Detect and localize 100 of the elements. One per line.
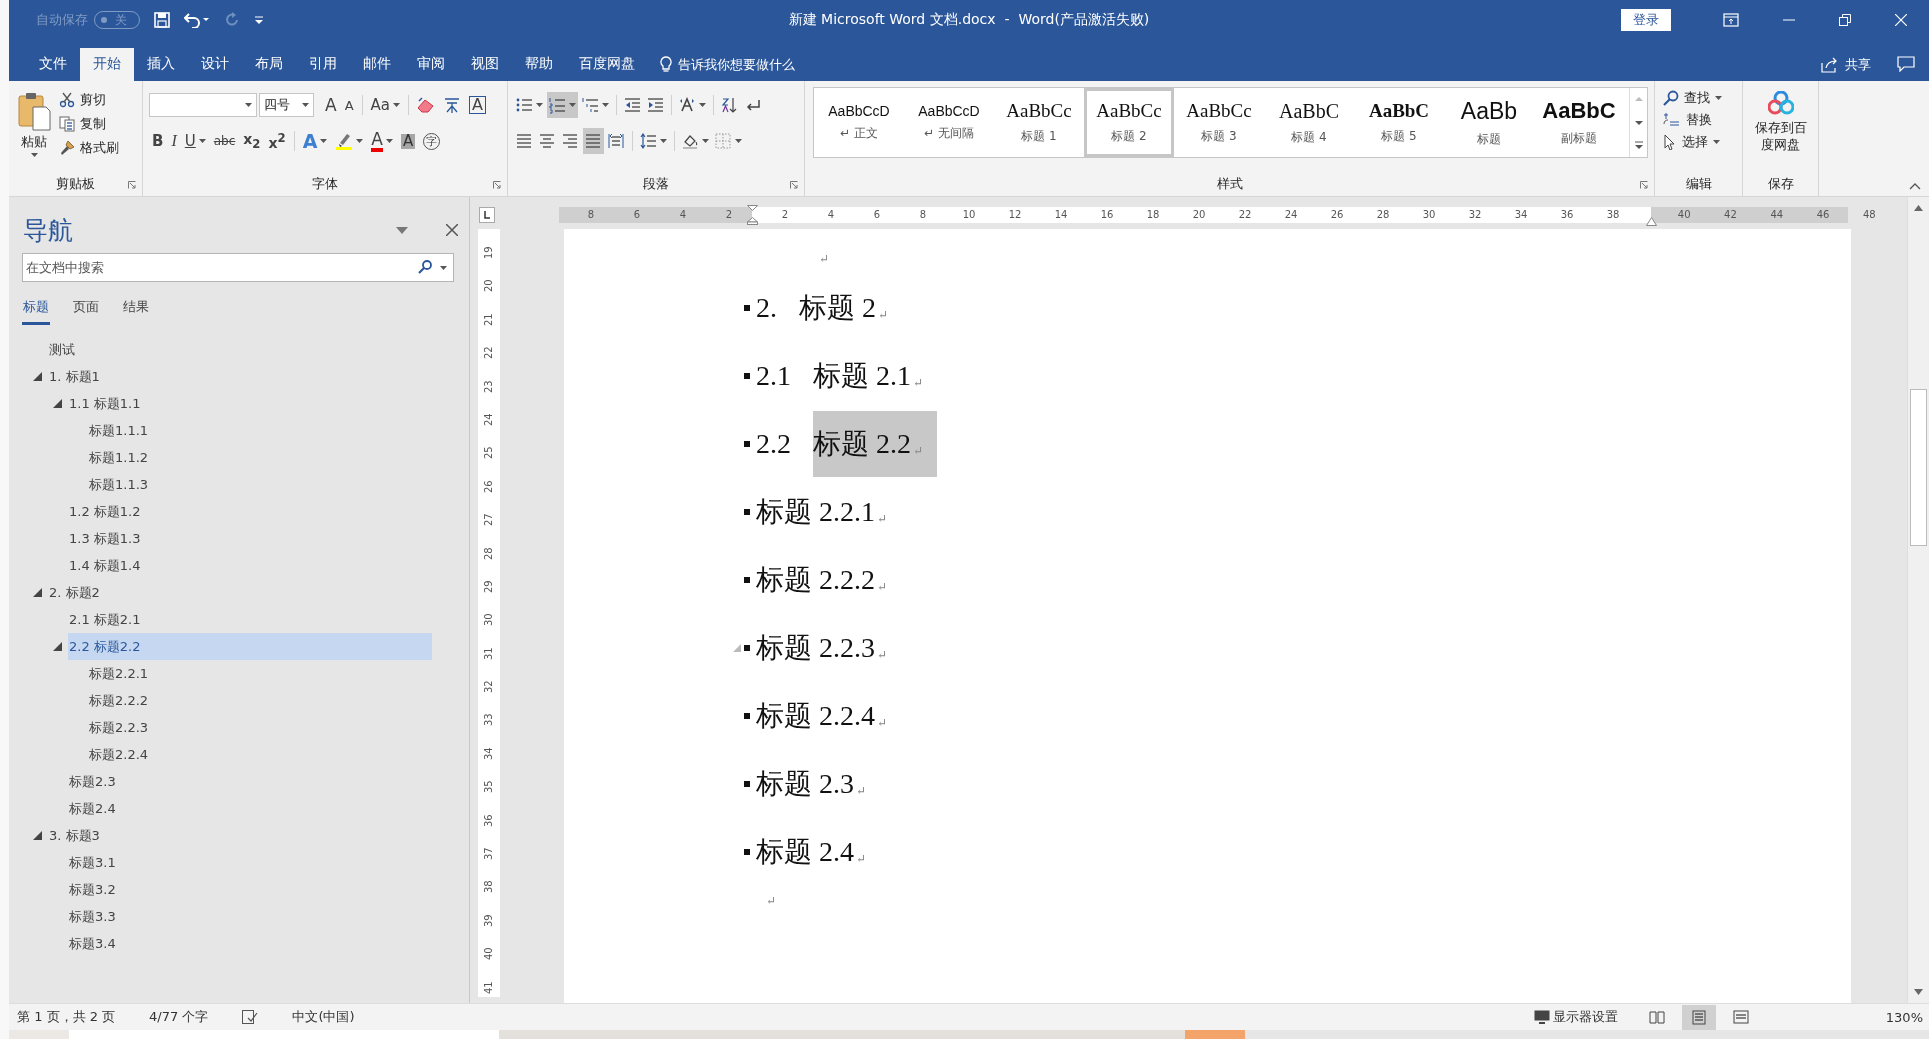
heading-item[interactable]: 2.2 标题2.2 bbox=[68, 633, 432, 660]
menu-tab[interactable]: 开始 bbox=[80, 48, 134, 81]
heading-item[interactable]: 标题3.3 bbox=[68, 903, 432, 930]
collapse-ribbon-icon[interactable] bbox=[1909, 182, 1921, 190]
expanded-arrow-icon[interactable] bbox=[53, 642, 62, 651]
scroll-thumb[interactable] bbox=[1910, 389, 1927, 546]
ribbon-button[interactable]: 替换 bbox=[1661, 109, 1736, 131]
menu-tab[interactable]: 邮件 bbox=[350, 48, 404, 81]
font-size-field[interactable]: 四号 bbox=[259, 93, 314, 117]
tell-me-search[interactable]: 告诉我你想要做什么 bbox=[678, 55, 795, 74]
menu-tab[interactable]: 视图 bbox=[458, 48, 512, 81]
ribbon-button[interactable]: 剪切 bbox=[57, 89, 121, 111]
zoom-level[interactable]: 130% bbox=[1885, 1009, 1923, 1025]
proofing-icon[interactable] bbox=[242, 1010, 259, 1024]
customize-icon[interactable] bbox=[254, 16, 264, 24]
text-effects-button[interactable]: A bbox=[299, 128, 331, 154]
pane-tab[interactable]: 标题 bbox=[22, 294, 50, 325]
menu-tab[interactable]: 文件 bbox=[26, 48, 80, 81]
share-button[interactable]: 共享 bbox=[1821, 48, 1871, 81]
style-tile[interactable]: AaBbC 标题 5 bbox=[1354, 88, 1444, 157]
superscript-button[interactable]: x$^{2}$ bbox=[265, 128, 289, 154]
pane-tab[interactable]: 结果 bbox=[122, 294, 150, 325]
word-count[interactable]: 4/77 个字 bbox=[149, 1008, 209, 1026]
display-settings-button[interactable]: 显示器设置 bbox=[1533, 1008, 1618, 1026]
expanded-arrow-icon[interactable] bbox=[53, 399, 62, 408]
menu-tab[interactable]: 插入 bbox=[134, 48, 188, 81]
style-tile[interactable]: AaBbC 标题 4 bbox=[1264, 88, 1354, 157]
login-button[interactable]: 登录 bbox=[1621, 9, 1671, 31]
style-tile[interactable]: AaBbCcD ↵ 正文 bbox=[814, 88, 904, 157]
style-tile[interactable]: AaBbC 副标题 bbox=[1534, 88, 1624, 157]
scroll-down-icon[interactable] bbox=[1914, 989, 1923, 995]
heading-item[interactable]: 标题1.1.2 bbox=[88, 444, 432, 471]
heading-item[interactable]: 2.1 标题2.1 bbox=[68, 606, 432, 633]
ribbon-button[interactable]: 选择 bbox=[1661, 131, 1736, 153]
heading-item[interactable]: 2. 标题2 bbox=[48, 579, 432, 606]
scroll-up-icon[interactable] bbox=[1914, 205, 1923, 211]
dialog-launcher-icon[interactable] bbox=[790, 181, 798, 189]
heading-item[interactable]: 标题3.2 bbox=[68, 876, 432, 903]
heading-item[interactable]: 1.2 标题1.2 bbox=[68, 498, 432, 525]
heading-item[interactable]: 1.4 标题1.4 bbox=[68, 552, 432, 579]
search-icon[interactable] bbox=[418, 260, 432, 274]
ribbon-button[interactable]: 查找 bbox=[1661, 87, 1736, 109]
indent-marker-icon[interactable] bbox=[747, 205, 758, 225]
heading-item[interactable]: 标题1.1.3 bbox=[88, 471, 432, 498]
subscript-button[interactable]: x$_{2}$ bbox=[240, 128, 264, 154]
menu-tab[interactable]: 设计 bbox=[188, 48, 242, 81]
ribbon-display-icon[interactable] bbox=[1723, 13, 1739, 27]
comment-icon[interactable] bbox=[1897, 56, 1915, 72]
menu-tab[interactable]: 布局 bbox=[242, 48, 296, 81]
dialog-launcher-icon[interactable] bbox=[128, 181, 136, 189]
language-status[interactable]: 中文(中国) bbox=[292, 1008, 355, 1026]
paste-button[interactable]: 粘贴 bbox=[15, 89, 53, 172]
save-to-cloud-button[interactable]: 保存到百度网盘 bbox=[1753, 91, 1808, 153]
character-shading-button[interactable]: A bbox=[398, 128, 419, 154]
close-icon[interactable] bbox=[446, 224, 458, 236]
bold-button[interactable]: B bbox=[149, 128, 167, 154]
view-button[interactable] bbox=[1681, 1004, 1716, 1030]
font-name-field[interactable] bbox=[149, 93, 257, 117]
menu-tab[interactable]: 引用 bbox=[296, 48, 350, 81]
search-field[interactable]: 在文档中搜索 bbox=[22, 253, 454, 282]
heading-item[interactable]: 3. 标题3 bbox=[48, 822, 432, 849]
strikethrough-button[interactable]: abc bbox=[210, 128, 239, 154]
right-indent-marker-icon[interactable] bbox=[1646, 217, 1657, 226]
heading-item[interactable]: 1.3 标题1.3 bbox=[68, 525, 432, 552]
style-tile[interactable]: AaBb 标题 bbox=[1444, 88, 1534, 157]
dialog-launcher-icon[interactable] bbox=[493, 181, 501, 189]
expanded-arrow-icon[interactable] bbox=[33, 372, 42, 381]
menu-tab[interactable]: 审阅 bbox=[404, 48, 458, 81]
italic-button[interactable]: I bbox=[168, 128, 180, 154]
menu-tab[interactable]: 百度网盘 bbox=[566, 48, 648, 81]
heading-item[interactable]: 标题2.2.3 bbox=[88, 714, 432, 741]
page-count[interactable]: 第 1 页，共 2 页 bbox=[17, 1008, 116, 1026]
heading-item[interactable]: 标题3.1 bbox=[68, 849, 432, 876]
justify-button[interactable] bbox=[583, 128, 604, 154]
heading-item[interactable]: 标题2.2.1 bbox=[88, 660, 432, 687]
heading-item[interactable]: 标题2.2.4 bbox=[88, 741, 432, 768]
heading-item[interactable]: 标题2.4 bbox=[68, 795, 432, 822]
ribbon-button[interactable]: 复制 bbox=[57, 113, 121, 135]
heading-item[interactable]: 标题3.4 bbox=[68, 930, 432, 957]
pane-options-icon[interactable] bbox=[396, 226, 408, 234]
style-tile[interactable]: AaBbCc 标题 3 bbox=[1174, 88, 1264, 157]
redo-icon[interactable] bbox=[224, 12, 240, 28]
expanded-arrow-icon[interactable] bbox=[33, 588, 42, 597]
ribbon-button[interactable]: 格式刷 bbox=[57, 137, 121, 159]
style-tile[interactable]: AaBbCc 标题 2 bbox=[1084, 88, 1174, 157]
style-tile[interactable]: AaBbCc 标题 1 bbox=[994, 88, 1084, 157]
scrollbar[interactable] bbox=[1907, 197, 1929, 1003]
pane-tab[interactable]: 页面 bbox=[72, 294, 100, 325]
tab-stop-icon[interactable] bbox=[479, 207, 495, 223]
expanded-arrow-icon[interactable] bbox=[33, 831, 42, 840]
shrink-font-button[interactable]: A bbox=[341, 92, 357, 118]
restore-icon[interactable] bbox=[1839, 14, 1851, 26]
numbering-button[interactable] bbox=[547, 92, 578, 118]
grow-font-button[interactable]: A bbox=[322, 92, 340, 118]
save-icon[interactable] bbox=[154, 12, 170, 28]
undo-icon[interactable] bbox=[184, 12, 210, 28]
font-color-button[interactable]: A bbox=[368, 128, 396, 154]
heading-item[interactable]: 1. 标题1 bbox=[48, 363, 432, 390]
menu-tab[interactable]: 帮助 bbox=[512, 48, 566, 81]
dialog-launcher-icon[interactable] bbox=[1640, 181, 1648, 189]
